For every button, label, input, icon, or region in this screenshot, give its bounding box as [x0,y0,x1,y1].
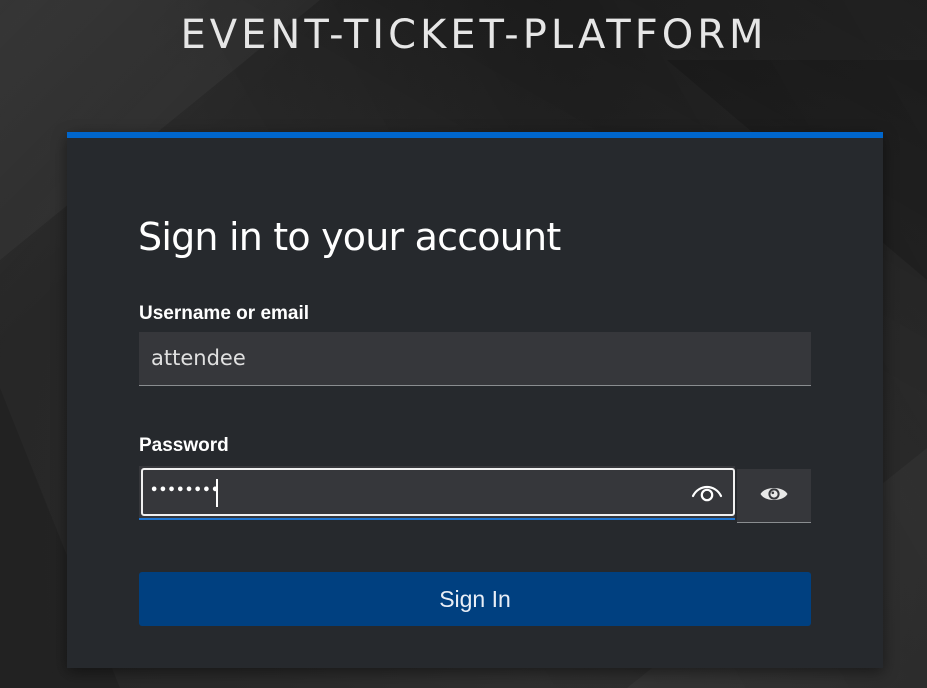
password-field[interactable]: •••••••• [139,466,735,520]
login-card: Sign in to your account Username or emai… [67,132,883,668]
sign-in-button[interactable]: Sign In [139,572,811,626]
password-label: Password [139,435,229,456]
username-field[interactable]: attendee [139,332,811,386]
eye-outline-icon[interactable] [691,479,723,503]
focus-ring [141,468,735,516]
page-title: Sign in to your account [138,215,561,259]
eye-icon [760,488,788,500]
text-cursor [216,479,218,507]
username-label: Username or email [139,303,310,324]
realm-title: EVENT-TICKET-PLATFORM [180,12,768,58]
show-password-button[interactable] [737,469,811,523]
username-value: attendee [151,346,246,370]
password-masked-value: •••••••• [150,483,220,498]
